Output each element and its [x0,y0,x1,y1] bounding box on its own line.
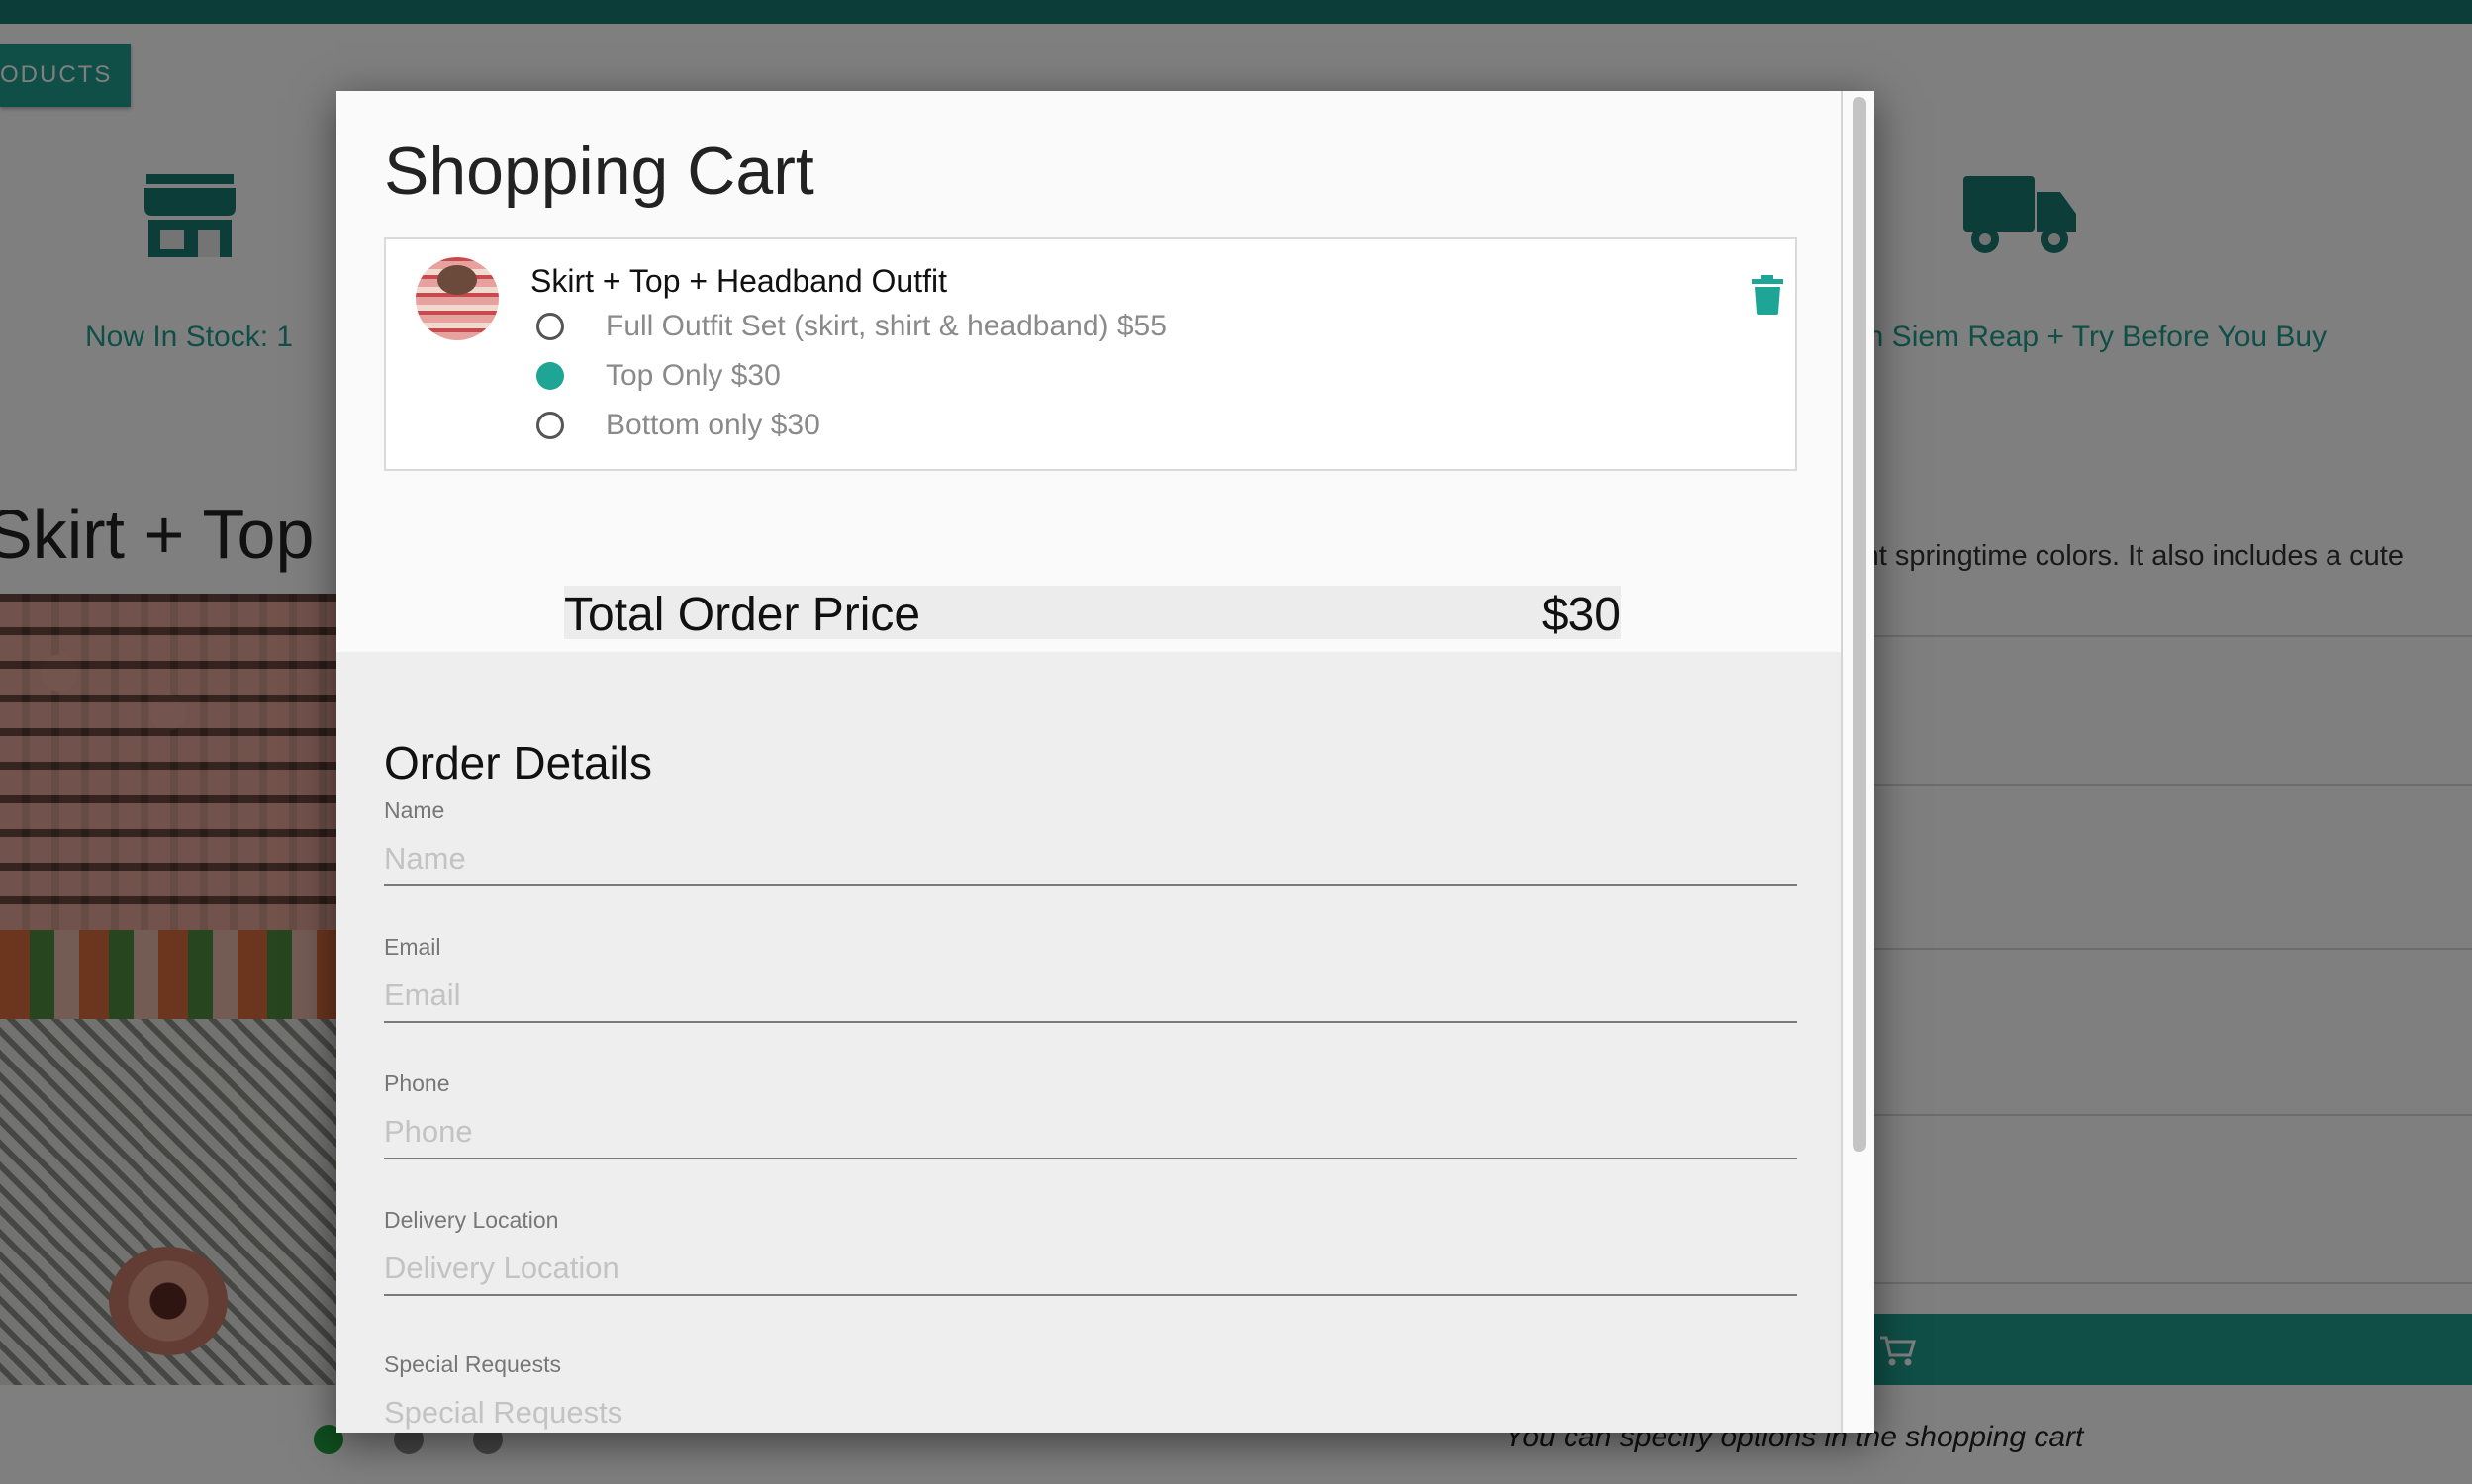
phone-input[interactable] [384,1106,1797,1159]
scrollbar[interactable] [1841,91,1874,1433]
radio-button[interactable] [536,412,564,439]
delivery-location-input[interactable] [384,1243,1797,1296]
special-requests-input[interactable] [384,1387,1797,1433]
field-label: Name [384,797,445,823]
radio-button[interactable] [536,313,564,340]
scrollbar-thumb[interactable] [1853,97,1866,1152]
email-input[interactable] [384,970,1797,1023]
item-thumbnail [416,257,499,340]
name-input[interactable] [384,833,1797,886]
trash-icon[interactable] [1752,275,1783,315]
order-details-title: Order Details [384,737,652,788]
option-label: Top Only $30 [606,359,781,392]
field-label: Email [384,934,441,960]
total-order-price: Total Order Price $30 [564,586,1621,641]
item-name: Skirt + Top + Headband Outfit [530,263,947,299]
field-label: Delivery Location [384,1207,559,1233]
total-label: Total Order Price [564,589,921,641]
shopping-cart-dialog: Shopping Cart Skirt + Top + Headband Out… [336,91,1874,1433]
option-label: Bottom only $30 [606,409,820,441]
total-value: $30 [1541,589,1621,641]
field-label: Special Requests [384,1351,561,1377]
option-label: Full Outfit Set (skirt, shirt & headband… [606,310,1167,342]
field-label: Phone [384,1070,450,1096]
dialog-title: Shopping Cart [384,134,814,209]
cart-item: Skirt + Top + Headband Outfit Full Outfi… [384,237,1797,471]
radio-button-selected[interactable] [536,362,564,390]
